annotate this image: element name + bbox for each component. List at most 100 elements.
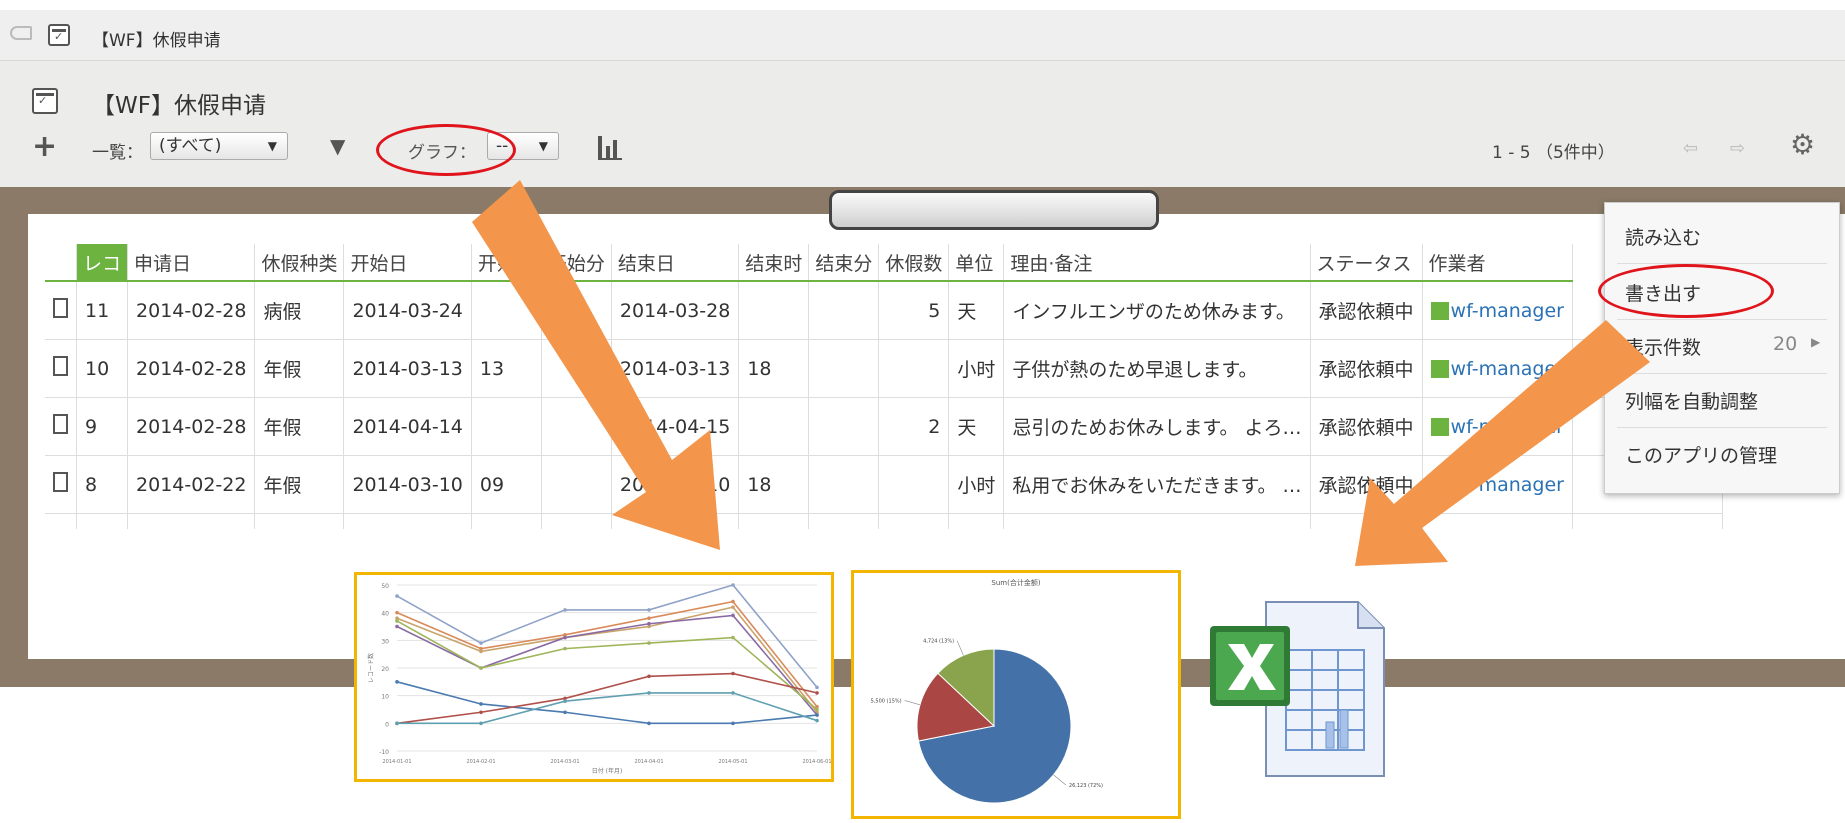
x-tick-label: 2014-01-01 [382,759,411,765]
table-cell-sh [471,397,542,456]
add-record-icon[interactable]: + [32,132,57,162]
document-icon[interactable] [53,414,68,434]
column-header[interactable]: 作業者 [1422,244,1574,282]
y-tick-label: 40 [381,611,389,618]
table-row[interactable]: 9 2014-02-28 年假 2014-04-14 2014-04-15 2 天忌引のため… [45,397,1724,456]
table-cell-sm [541,455,612,514]
chart-icon[interactable] [598,136,626,160]
data-point [647,641,651,645]
table-cell-sh [471,281,542,340]
column-header[interactable]: 开始日 [343,244,472,282]
table-row[interactable]: 11 2014-02-28 病假 2014-03-24 2014-03-28 5 天インフル… [45,281,1724,340]
record-detail-cell[interactable] [45,397,77,456]
menu-item-auto-width[interactable]: 列幅を自動調整 [1625,387,1758,414]
back-tab-icon[interactable] [10,26,32,40]
worker-link[interactable]: wf-manager [1451,300,1564,322]
data-point [563,635,567,640]
table-cell-em [808,397,880,456]
pie-title: Sum(合计金额) [991,578,1040,587]
column-header[interactable]: 单位 [948,244,1005,282]
gear-icon[interactable]: ⚙ [1790,128,1815,161]
record-detail-cell[interactable] [45,339,77,398]
x-tick-label: 2014-03-01 [550,759,579,765]
filter-icon[interactable]: ▼ [330,134,345,158]
record-table: レコ 申请日 休假种类 开始日 开始时 开始分 结束日 结束时 结束分 休假数 单位 理由·备注 ステー… [45,244,1724,529]
data-point [647,608,651,612]
y-tick-label: -10 [379,749,389,756]
menu-item-display-count[interactable]: 表示件数 [1625,333,1701,360]
chevron-right-icon: ▶ [1811,335,1821,349]
worker-link[interactable]: wf-manager [1451,358,1564,380]
table-cell-em [808,513,880,529]
y-tick-label: 50 [381,583,389,590]
table-cell-em [808,281,880,340]
data-point [479,641,483,645]
table-cell-id: 10 [76,339,129,398]
column-header[interactable]: 结束分 [808,244,880,282]
column-header[interactable]: 结束时 [738,244,810,282]
table-cell-status: 承認依頼中 [1310,397,1423,456]
user-avatar-icon [1430,302,1449,320]
data-point [647,721,651,726]
document-icon[interactable] [53,356,68,376]
column-header[interactable]: 休假数 [878,244,950,282]
worker-link[interactable]: wf-manager [1451,416,1564,438]
view-select[interactable]: (すべて) ▼ [150,132,288,160]
data-point [731,671,735,676]
table-cell-sm [541,397,612,456]
record-detail-cell[interactable] [45,513,77,529]
data-point [395,721,399,726]
menu-item-import[interactable]: 読み込む [1625,223,1701,250]
column-header[interactable]: 申请日 [127,244,256,282]
pie-leader-line [1053,774,1067,786]
record-detail-cell[interactable] [45,281,77,340]
pie-data-label: 4,724 (13%) [923,639,954,645]
y-tick-label: 20 [381,666,389,673]
table-header-row: レコ 申请日 休假种类 开始日 开始时 开始分 结束日 结束时 结束分 休假数 单位 理由·备注 ステー… [45,244,1723,282]
worker-link[interactable]: wf-manager [1451,474,1564,496]
table-cell-apply: 2014-02-28 [127,339,256,398]
table-cell-apply: 2014-02-22 [127,513,256,529]
table-cell-status: 承認依頼中 [1310,455,1423,514]
data-point [563,710,567,715]
table-cell-start: 2014-04-14 [343,397,472,456]
column-header[interactable]: 理由·备注 [1003,244,1311,282]
data-point [479,721,483,726]
pagination-text: 1 - 5 （5件中） [1492,143,1615,163]
table-cell-start: 2014-03-13 [343,339,472,398]
table-row[interactable]: 72014-02-22年假2014-03-10092014-03-1018小时私… [45,513,1724,529]
column-header[interactable]: レコ [76,244,129,282]
graph-highlight-ring [376,124,516,176]
y-axis-label: レコード数 [367,653,375,683]
table-cell-end: 2014-03-13 [611,339,740,398]
line-chart: 50 40 30 20 10 0 -10 2014-01-01 2014-02-01 2014-0… [367,583,832,775]
table-cell-type: 年假 [254,339,345,398]
column-header[interactable]: 休假种类 [254,244,345,282]
column-header[interactable]: ステータス [1310,244,1423,282]
column-header[interactable]: 开始分 [541,244,612,282]
document-icon[interactable] [53,298,68,318]
record-detail-cell[interactable] [45,455,77,514]
column-header[interactable]: 结束日 [611,244,740,282]
export-highlight-ring [1598,264,1774,318]
table-cell-worker2: wf-manager [1572,513,1724,529]
table-cell-sm [541,339,612,398]
app-icon [48,24,70,46]
column-header[interactable]: 开始时 [471,244,542,282]
data-point [815,707,819,712]
table-row[interactable]: 10 2014-02-28 年假 2014-03-13 13 2014-03-13 18 小时… [45,339,1724,398]
y-tick-label: 0 [385,721,389,728]
data-point [479,649,483,654]
next-page-icon[interactable]: ⇨ [1730,138,1745,159]
view-select-value: (すべて) [159,136,222,156]
prev-page-icon[interactable]: ⇦ [1683,138,1698,159]
table-cell-id: 9 [76,397,129,456]
document-icon[interactable] [53,472,68,492]
user-avatar-icon [1430,476,1449,494]
table-cell-status: 承認依頼中 [1310,281,1423,340]
view-label: 一覧： [92,143,143,163]
menu-item-app-settings[interactable]: このアプリの管理 [1625,441,1777,468]
table-cell-status: 承認依頼中 [1310,339,1423,398]
table-cell-reason: 私用でお休みをいただきます。 … [1003,455,1311,514]
table-row[interactable]: 8 2014-02-22 年假 2014-03-10 09 2014-03-10 18 小时私… [45,455,1724,514]
